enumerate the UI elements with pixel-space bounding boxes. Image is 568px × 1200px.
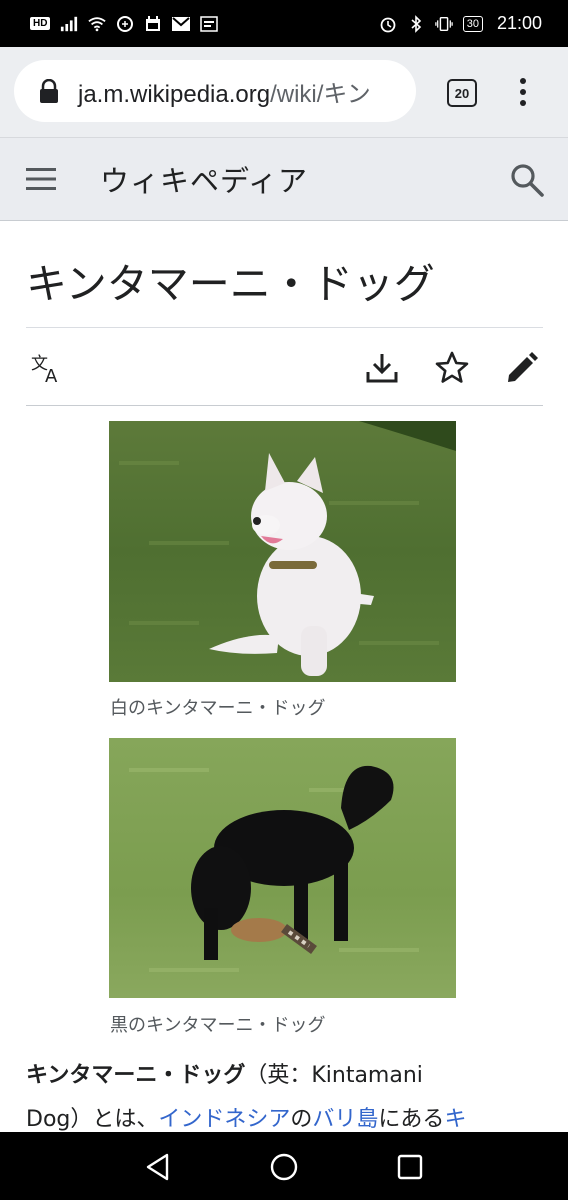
link-indonesia[interactable]: インドネシア xyxy=(158,1107,290,1132)
link-bali[interactable]: バリ島 xyxy=(312,1107,378,1132)
bluetooth-icon xyxy=(407,14,425,33)
back-icon[interactable] xyxy=(143,1152,173,1182)
translate-icon[interactable]: 文 A xyxy=(30,350,66,387)
paren-open: （英：Kintamani xyxy=(245,1063,423,1088)
recents-icon[interactable] xyxy=(395,1152,425,1182)
wiki-header: ウィキペディア xyxy=(0,137,568,221)
star-icon[interactable] xyxy=(434,350,470,386)
edit-icon[interactable] xyxy=(504,350,540,386)
hd-badge: HD xyxy=(30,17,51,30)
status-bar: HD 30 21:00 xyxy=(0,0,568,47)
url-host: ja.m.wikipedia.org xyxy=(78,80,271,108)
alarm-icon xyxy=(379,16,397,32)
browser-toolbar: ja.m.wikipedia.org/wiki/キン 20 xyxy=(0,47,568,137)
download-icon[interactable] xyxy=(364,350,400,386)
search-icon[interactable] xyxy=(509,162,545,198)
figure-caption: 白のキンタマーニ・ドッグ xyxy=(110,698,326,719)
vibrate-icon xyxy=(434,16,453,32)
tab-switcher-button[interactable]: 20 xyxy=(447,79,477,107)
home-icon[interactable] xyxy=(269,1152,299,1182)
intro-text-c: にある xyxy=(378,1107,445,1132)
wiki-brand-logo[interactable]: ウィキペディア xyxy=(100,158,308,200)
wifi-icon xyxy=(88,16,107,32)
page-title: キンタマーニ・ドッグ xyxy=(26,260,435,308)
link-kintamani[interactable]: キ xyxy=(444,1107,466,1132)
calendar-icon xyxy=(144,15,162,32)
figure-image-black-dog[interactable] xyxy=(109,738,456,998)
system-nav-bar xyxy=(0,1132,568,1200)
hamburger-icon[interactable] xyxy=(26,167,56,191)
intro-paragraph: キンタマーニ・ドッグ（英：Kintamani Dog）とは、インドネシアのバリ島… xyxy=(26,1054,546,1142)
status-time: 21:00 xyxy=(496,13,542,33)
divider xyxy=(26,405,543,406)
address-bar[interactable]: ja.m.wikipedia.org/wiki/キン xyxy=(14,60,416,122)
bold-term: キンタマーニ・ドッグ xyxy=(26,1063,246,1088)
mail-icon xyxy=(172,16,191,32)
intro-text-a: Dog）とは、 xyxy=(26,1107,159,1132)
status-right: 30 21:00 xyxy=(379,13,542,34)
signal-icon xyxy=(60,16,78,32)
battery-indicator: 30 xyxy=(462,15,483,32)
data-saver-icon xyxy=(116,15,134,32)
status-left: HD xyxy=(30,15,219,32)
svg-text:A: A xyxy=(45,366,58,386)
divider xyxy=(26,327,543,328)
app-notification-icon xyxy=(200,15,219,32)
intro-text-b: の xyxy=(290,1107,313,1132)
more-vert-icon[interactable] xyxy=(512,77,534,107)
lock-icon[interactable] xyxy=(38,78,60,103)
url-text[interactable]: ja.m.wikipedia.org/wiki/キン xyxy=(78,74,371,109)
url-path: /wiki/キン xyxy=(270,80,371,108)
figure-caption: 黒のキンタマーニ・ドッグ xyxy=(110,1015,326,1036)
intro-line-1: キンタマーニ・ドッグ（英：Kintamani xyxy=(26,1054,546,1098)
figure-image-white-dog[interactable] xyxy=(109,421,456,682)
page-actions: 文 A xyxy=(26,340,543,398)
